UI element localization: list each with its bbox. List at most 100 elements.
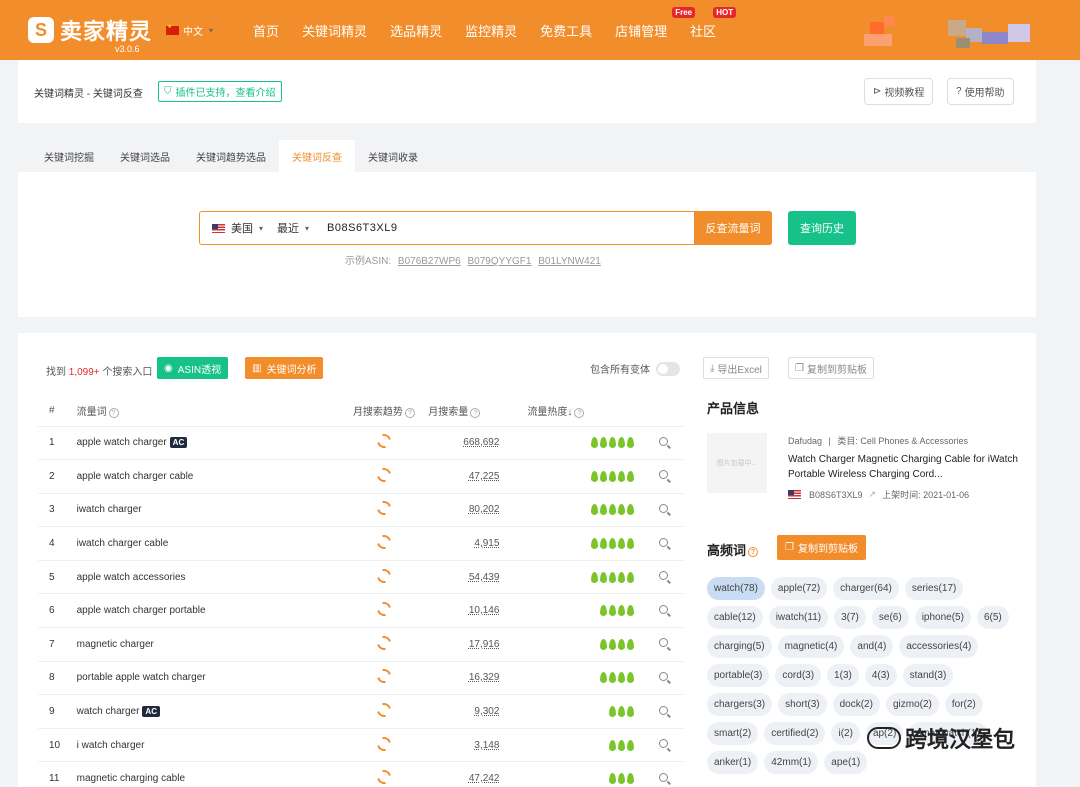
search-volume[interactable]: 10,146 bbox=[469, 605, 500, 616]
nav-item[interactable]: 免费工具 bbox=[540, 21, 592, 40]
keyword-chip[interactable]: iwatch(11) bbox=[768, 606, 829, 629]
volume-cell[interactable]: 10,146 bbox=[428, 593, 528, 629]
search-cell[interactable] bbox=[642, 459, 684, 494]
search-icon[interactable] bbox=[658, 571, 668, 581]
keyword-cell[interactable]: apple watch accessories bbox=[76, 560, 340, 595]
trend-icon[interactable] bbox=[374, 566, 394, 586]
keyword-text[interactable]: apple watch charger bbox=[77, 437, 167, 448]
trend-cell[interactable] bbox=[339, 493, 429, 528]
keyword-chip[interactable]: ape(1) bbox=[824, 751, 868, 774]
keyword-chip[interactable]: apple(72) bbox=[770, 577, 828, 600]
plugin-support-button[interactable]: ⛉ 插件已支持，查看介绍 bbox=[158, 81, 282, 102]
asin-insight-button[interactable]: ◉ ASIN透视 bbox=[157, 357, 229, 379]
search-cell[interactable] bbox=[642, 728, 684, 763]
search-cell[interactable] bbox=[642, 661, 684, 696]
search-cell[interactable] bbox=[642, 627, 684, 662]
keyword-chip[interactable]: cable(12) bbox=[707, 606, 763, 629]
volume-cell[interactable]: 17,916 bbox=[428, 627, 528, 662]
keyword-text[interactable]: watch charger bbox=[77, 706, 140, 717]
table-row[interactable]: 5 apple watch accessories 54,439 bbox=[38, 560, 684, 595]
keyword-chip[interactable]: chargers(3) bbox=[707, 693, 773, 716]
nav-item[interactable]: 首页 bbox=[253, 21, 279, 40]
product-asin[interactable]: B08S6T3XL9 bbox=[809, 490, 863, 500]
search-volume[interactable]: 668,692 bbox=[463, 437, 499, 448]
keyword-chip[interactable]: portable(3) bbox=[707, 664, 770, 687]
search-volume[interactable]: 3,148 bbox=[474, 740, 499, 751]
keyword-cell[interactable]: magnetic charging cable bbox=[76, 761, 340, 787]
volume-cell[interactable]: 80,202 bbox=[428, 493, 528, 528]
trend-icon[interactable] bbox=[374, 431, 394, 451]
video-tutorial-button[interactable]: ⊳ 视频教程 bbox=[864, 78, 934, 105]
keyword-chip[interactable]: i(2) bbox=[831, 722, 860, 745]
volume-cell[interactable]: 16,329 bbox=[428, 661, 528, 696]
keyword-chip[interactable]: charging(5) bbox=[707, 635, 772, 658]
col-volume[interactable]: 月搜索量? bbox=[428, 396, 528, 427]
tab-keyword-mining[interactable]: 关键词挖掘 bbox=[18, 140, 107, 172]
trend-cell[interactable] bbox=[339, 593, 429, 629]
copy-clipboard-button[interactable]: ❐ 复制到剪贴板 bbox=[788, 357, 874, 379]
keyword-chip[interactable]: for(2) bbox=[944, 693, 983, 716]
search-icon[interactable] bbox=[658, 470, 668, 480]
trend-icon[interactable] bbox=[374, 666, 394, 687]
search-icon[interactable] bbox=[658, 604, 668, 614]
keyword-chip[interactable]: anker(1) bbox=[707, 751, 759, 774]
trend-icon[interactable] bbox=[374, 498, 394, 519]
keyword-chip[interactable]: se(6) bbox=[871, 606, 909, 629]
country-select[interactable]: 美国 ▾ bbox=[212, 220, 263, 236]
trend-cell[interactable] bbox=[339, 761, 429, 787]
volume-cell[interactable]: 3,148 bbox=[428, 728, 528, 763]
col-heat[interactable]: 流量热度↓? bbox=[527, 396, 643, 427]
language-selector[interactable]: 中文 ▾ bbox=[166, 23, 213, 38]
search-icon[interactable] bbox=[658, 671, 668, 681]
table-row[interactable]: 10 i watch charger 3,148 bbox=[38, 728, 684, 763]
logo[interactable]: S 卖家精灵 bbox=[28, 14, 152, 46]
keyword-chip[interactable]: magnetic(4) bbox=[777, 635, 845, 658]
table-row[interactable]: 3 iwatch charger 80,202 bbox=[38, 493, 684, 528]
example-asin-link[interactable]: B079QYYGF1 bbox=[468, 256, 532, 267]
nav-item[interactable]: 关键词精灵 bbox=[302, 21, 367, 40]
search-icon[interactable] bbox=[658, 537, 668, 547]
keyword-cell[interactable]: magnetic charger bbox=[76, 627, 340, 662]
product-name[interactable]: Watch Charger Magnetic Charging Cable fo… bbox=[788, 452, 1018, 482]
example-asin-link[interactable]: B01LYNW421 bbox=[538, 256, 601, 267]
trend-icon[interactable] bbox=[374, 633, 394, 653]
keyword-chip[interactable]: 4(3) bbox=[864, 664, 897, 687]
tab-keyword-trend[interactable]: 关键词趋势选品 bbox=[183, 140, 279, 172]
keyword-chip[interactable]: and(4) bbox=[850, 635, 894, 658]
keyword-analysis-button[interactable]: ▥ 关键词分析 bbox=[245, 357, 324, 379]
table-row[interactable]: 7 magnetic charger 17,916 bbox=[38, 627, 684, 662]
volume-cell[interactable]: 9,302 bbox=[428, 694, 528, 729]
trend-cell[interactable] bbox=[339, 694, 429, 729]
keyword-chip[interactable]: smart(2) bbox=[707, 722, 759, 745]
table-row[interactable]: 2 apple watch charger cable 47,225 bbox=[38, 459, 684, 494]
asin-input[interactable] bbox=[327, 222, 658, 234]
search-volume[interactable]: 80,202 bbox=[469, 504, 500, 515]
keyword-chip[interactable]: charger(64) bbox=[833, 577, 899, 600]
keyword-cell[interactable]: watch charger AC bbox=[76, 694, 340, 729]
trend-cell[interactable] bbox=[339, 459, 429, 494]
volume-cell[interactable]: 47,225 bbox=[428, 459, 528, 494]
keyword-chip[interactable]: gizmo(2) bbox=[885, 693, 939, 716]
help-icon[interactable]: ? bbox=[404, 407, 415, 418]
keyword-chip[interactable]: dock(2) bbox=[832, 693, 880, 716]
keyword-cell[interactable]: apple watch charger AC bbox=[76, 426, 340, 461]
example-asin-link[interactable]: B076B27WP6 bbox=[398, 256, 461, 267]
nav-item[interactable]: 店铺管理 Free bbox=[615, 6, 696, 40]
external-link-icon[interactable]: ↗ bbox=[869, 489, 877, 500]
volume-cell[interactable]: 4,915 bbox=[428, 526, 528, 561]
search-volume[interactable]: 47,242 bbox=[469, 773, 500, 784]
keyword-cell[interactable]: iwatch charger bbox=[76, 493, 340, 528]
search-volume[interactable]: 54,439 bbox=[469, 572, 500, 583]
period-select[interactable]: 最近 ▾ bbox=[277, 220, 309, 236]
keyword-chip[interactable]: short(3) bbox=[778, 693, 827, 716]
search-cell[interactable] bbox=[642, 560, 684, 595]
keyword-chip[interactable]: series(17) bbox=[904, 577, 964, 600]
search-cell[interactable] bbox=[642, 761, 684, 787]
search-volume[interactable]: 4,915 bbox=[474, 538, 499, 549]
help-button[interactable]: ? 使用帮助 bbox=[947, 78, 1014, 105]
search-volume[interactable]: 47,225 bbox=[469, 471, 500, 482]
keyword-text[interactable]: iwatch charger bbox=[77, 504, 142, 515]
product-image[interactable]: 图片加载中... bbox=[707, 433, 767, 493]
search-volume[interactable]: 17,916 bbox=[469, 639, 500, 650]
trend-cell[interactable] bbox=[339, 728, 429, 763]
